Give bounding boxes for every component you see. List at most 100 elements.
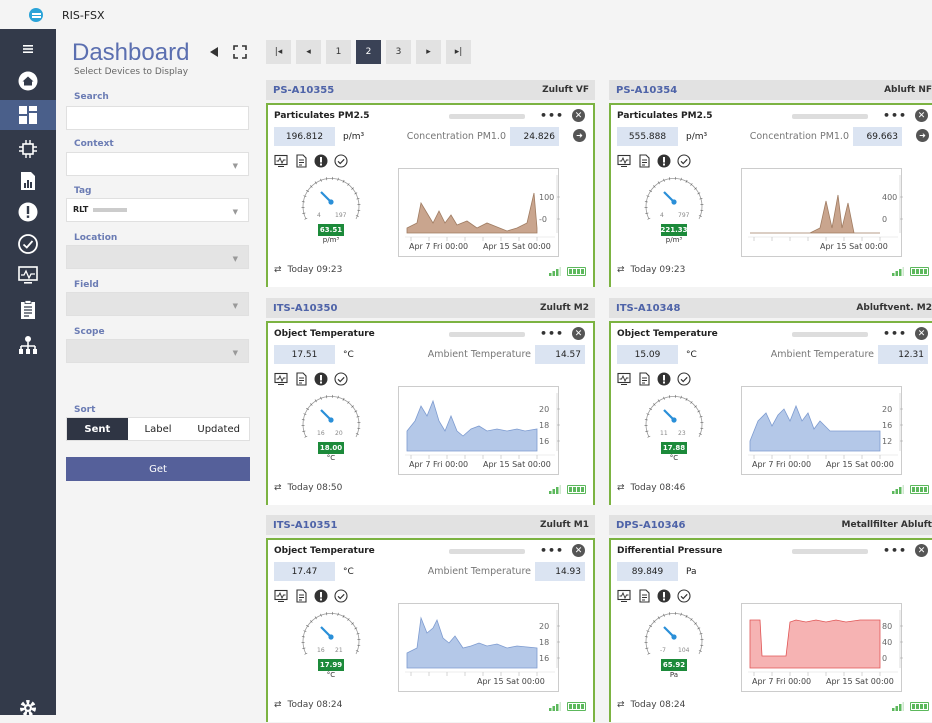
- search-input[interactable]: [66, 106, 249, 130]
- card-actions: [617, 372, 691, 386]
- device-id: ITS-A10351: [273, 519, 338, 531]
- alert-icon[interactable]: [314, 372, 328, 386]
- page-2-button[interactable]: 2: [356, 40, 381, 64]
- reports-icon[interactable]: [13, 166, 43, 196]
- document-icon[interactable]: [637, 589, 651, 603]
- document-icon[interactable]: [637, 372, 651, 386]
- redacted-text: [449, 332, 525, 337]
- more-icon[interactable]: •••: [540, 327, 564, 340]
- main-value: 17.51: [274, 345, 335, 364]
- card-header[interactable]: ITS-A10350 Zuluft M2: [266, 298, 595, 318]
- alert-icon[interactable]: [314, 589, 328, 603]
- signal-strength-icon: [892, 485, 904, 494]
- arrow-right-icon[interactable]: ➜: [573, 129, 586, 142]
- close-icon[interactable]: ✕: [915, 544, 928, 557]
- refresh-icon[interactable]: ⇄: [617, 700, 625, 710]
- aux-value: 69.663: [853, 127, 902, 146]
- card-header[interactable]: PS-A10354 Abluft NF: [609, 80, 932, 100]
- devices-icon[interactable]: [13, 134, 43, 164]
- aux-value: 24.826: [510, 127, 559, 146]
- document-icon[interactable]: [637, 154, 651, 168]
- sort-sent-button[interactable]: Sent: [67, 418, 128, 440]
- more-icon[interactable]: •••: [883, 109, 907, 122]
- check-icon[interactable]: [677, 154, 691, 168]
- app-logo-icon: [29, 8, 43, 22]
- location-select[interactable]: ▼: [66, 245, 249, 269]
- more-icon[interactable]: •••: [540, 544, 564, 557]
- field-select[interactable]: ▼: [66, 292, 249, 316]
- more-icon[interactable]: •••: [540, 109, 564, 122]
- check-icon[interactable]: [677, 589, 691, 603]
- gauge-value: 65.92: [661, 659, 687, 671]
- context-select[interactable]: ▼: [66, 152, 249, 176]
- gauge-unit: °C: [669, 454, 679, 462]
- refresh-icon[interactable]: ⇄: [617, 265, 625, 275]
- prev-page-button[interactable]: ◂: [296, 40, 321, 64]
- document-icon[interactable]: [294, 154, 308, 168]
- battery-icon: [910, 702, 929, 711]
- alerts-icon[interactable]: [13, 197, 43, 227]
- tag-select[interactable]: RLT ▼: [66, 198, 249, 222]
- gauge-value: 17.88: [661, 442, 687, 454]
- monitor-icon[interactable]: [274, 589, 288, 603]
- monitor-icon[interactable]: [617, 154, 631, 168]
- card-header[interactable]: PS-A10355 Zuluft VF: [266, 80, 595, 100]
- redacted-text: [792, 332, 868, 337]
- more-icon[interactable]: •••: [883, 544, 907, 557]
- aux-field-label: Concentration PM1.0: [749, 131, 849, 142]
- y-tick-label: 0: [882, 215, 887, 224]
- arrow-right-icon[interactable]: ➜: [916, 129, 929, 142]
- get-button[interactable]: Get: [66, 457, 250, 481]
- network-icon[interactable]: [13, 330, 43, 360]
- monitor-icon[interactable]: [274, 372, 288, 386]
- refresh-icon[interactable]: ⇄: [617, 483, 625, 493]
- sort-label-button[interactable]: Label: [128, 418, 189, 440]
- close-icon[interactable]: ✕: [915, 109, 928, 122]
- refresh-icon[interactable]: ⇄: [274, 483, 282, 493]
- close-icon[interactable]: ✕: [572, 327, 585, 340]
- sort-updated-button[interactable]: Updated: [188, 418, 249, 440]
- scope-select[interactable]: ▼: [66, 339, 249, 363]
- next-page-button[interactable]: ▸: [416, 40, 441, 64]
- alert-icon[interactable]: [314, 154, 328, 168]
- close-icon[interactable]: ✕: [572, 109, 585, 122]
- check-icon[interactable]: [334, 589, 348, 603]
- alert-icon[interactable]: [657, 154, 671, 168]
- check-icon[interactable]: [13, 229, 43, 259]
- document-icon[interactable]: [294, 372, 308, 386]
- menu-icon[interactable]: [13, 34, 43, 64]
- card-header[interactable]: ITS-A10348 Abluftvent. M2: [609, 298, 932, 318]
- card-header[interactable]: DPS-A10346 Metallfilter Abluft: [609, 515, 932, 535]
- clipboard-icon[interactable]: [13, 295, 43, 325]
- check-icon[interactable]: [677, 372, 691, 386]
- monitor-icon[interactable]: [617, 589, 631, 603]
- gauge-icon: 4 197: [301, 176, 361, 220]
- monitor-icon[interactable]: [274, 154, 288, 168]
- settings-icon[interactable]: [13, 693, 43, 723]
- check-icon[interactable]: [334, 154, 348, 168]
- refresh-icon[interactable]: ⇄: [274, 265, 282, 275]
- home-icon[interactable]: [13, 66, 43, 96]
- alert-icon[interactable]: [657, 589, 671, 603]
- device-id: PS-A10354: [616, 84, 678, 96]
- check-icon[interactable]: [334, 372, 348, 386]
- dashboard-icon[interactable]: [0, 100, 56, 130]
- collapse-panel-icon[interactable]: [207, 45, 221, 59]
- more-icon[interactable]: •••: [883, 327, 907, 340]
- page-3-button[interactable]: 3: [386, 40, 411, 64]
- close-icon[interactable]: ✕: [915, 327, 928, 340]
- document-icon[interactable]: [294, 589, 308, 603]
- redacted-text: [449, 549, 525, 554]
- refresh-icon[interactable]: ⇄: [274, 700, 282, 710]
- card-actions: [617, 589, 691, 603]
- close-icon[interactable]: ✕: [572, 544, 585, 557]
- card-header[interactable]: ITS-A10351 Zuluft M1: [266, 515, 595, 535]
- monitor-icon[interactable]: [617, 372, 631, 386]
- fullscreen-icon[interactable]: [233, 45, 247, 59]
- last-page-button[interactable]: ▸|: [446, 40, 471, 64]
- page-1-button[interactable]: 1: [326, 40, 351, 64]
- location-label: Location: [74, 233, 118, 243]
- monitor-icon[interactable]: [13, 260, 43, 290]
- alert-icon[interactable]: [657, 372, 671, 386]
- first-page-button[interactable]: |◂: [266, 40, 291, 64]
